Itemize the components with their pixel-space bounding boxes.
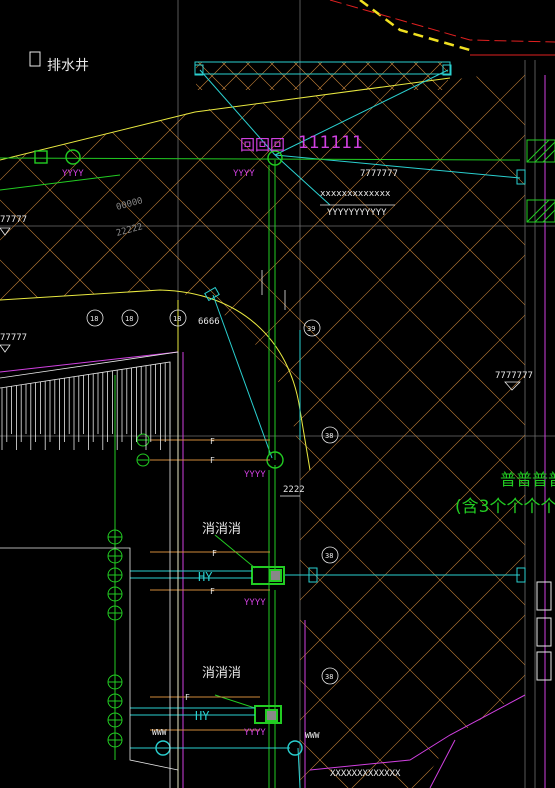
building-left: [0, 351, 179, 788]
fire-hydrant-box-1[interactable]: [251, 566, 285, 585]
f-label-5: F: [185, 693, 190, 702]
axis-label-3: 18: [173, 315, 181, 323]
ylabel-5: YYYY: [244, 728, 266, 738]
valve-label-pink: 回回回: [240, 136, 285, 154]
dashed-yellow-road: [359, 0, 471, 52]
x-bottom-label: XXXXXXXXXXXXX: [330, 769, 401, 779]
f-label-2: F: [210, 456, 215, 465]
ww-label-2: WWW: [305, 731, 320, 740]
sevens-top-label: 7777777: [360, 169, 398, 179]
f-label-1: F: [210, 437, 215, 446]
sevens-left-1: 77777: [0, 215, 27, 225]
f-label-4: F: [210, 587, 215, 596]
sevens-left-2: 77777: [0, 333, 27, 343]
ylabel-2: YYYY: [233, 169, 255, 179]
fire-hydrant-box-2[interactable]: [254, 705, 282, 724]
hy-label-2: HY: [195, 709, 210, 723]
drain-well-box: [29, 51, 41, 67]
axis-label-2: 18: [125, 315, 133, 323]
sevens-right: 7777777: [495, 371, 533, 381]
cad-drawing-canvas[interactable]: 排水井 回回回 111111 7777777 xxxxxxxxxxxxx YYY…: [0, 0, 555, 788]
axis-label-6: 38: [325, 552, 333, 560]
red-dashed-road: [329, 0, 555, 43]
green-legend-hatches: [526, 139, 555, 223]
axis-label-5: 38: [325, 432, 333, 440]
green-column-markers: [107, 433, 150, 748]
axis-label-1: 18: [90, 315, 98, 323]
yellow-boundary: [0, 77, 451, 788]
twos-small-label: 2222: [283, 485, 305, 495]
level-markers: [0, 227, 521, 497]
green-wells: [34, 149, 284, 469]
six-label: 6666: [198, 317, 220, 327]
green-line-1: 普普普普: [500, 470, 555, 489]
d2-label: 22222: [115, 222, 144, 239]
ylabel-4: YYYY: [244, 598, 266, 608]
xiao-label-1: 消消消: [202, 522, 241, 537]
ylabel-3: YYYY: [244, 470, 266, 480]
axis-label-7: 38: [325, 673, 333, 681]
hy-label-1: HY: [198, 570, 213, 584]
ww-label-1: WWW: [152, 728, 167, 737]
xiao-label-2: 消消消: [202, 666, 241, 681]
f-label-3: F: [212, 549, 217, 558]
right-legend-boxes: [536, 581, 552, 681]
green-line-2: (含3个个个个: [455, 497, 555, 517]
magenta-lines: [0, 75, 546, 788]
axis-label-4: 39: [307, 325, 315, 333]
x-top-label: xxxxxxxxxxxxx: [320, 189, 391, 199]
ones-label-pink: 111111: [298, 133, 363, 153]
d1-label: 00000: [115, 196, 144, 213]
y-top-label: YYYYYYYYYYY: [327, 208, 387, 218]
ylabel-1: YYYY: [62, 169, 84, 179]
drain-well-label: 排水井: [47, 58, 89, 74]
